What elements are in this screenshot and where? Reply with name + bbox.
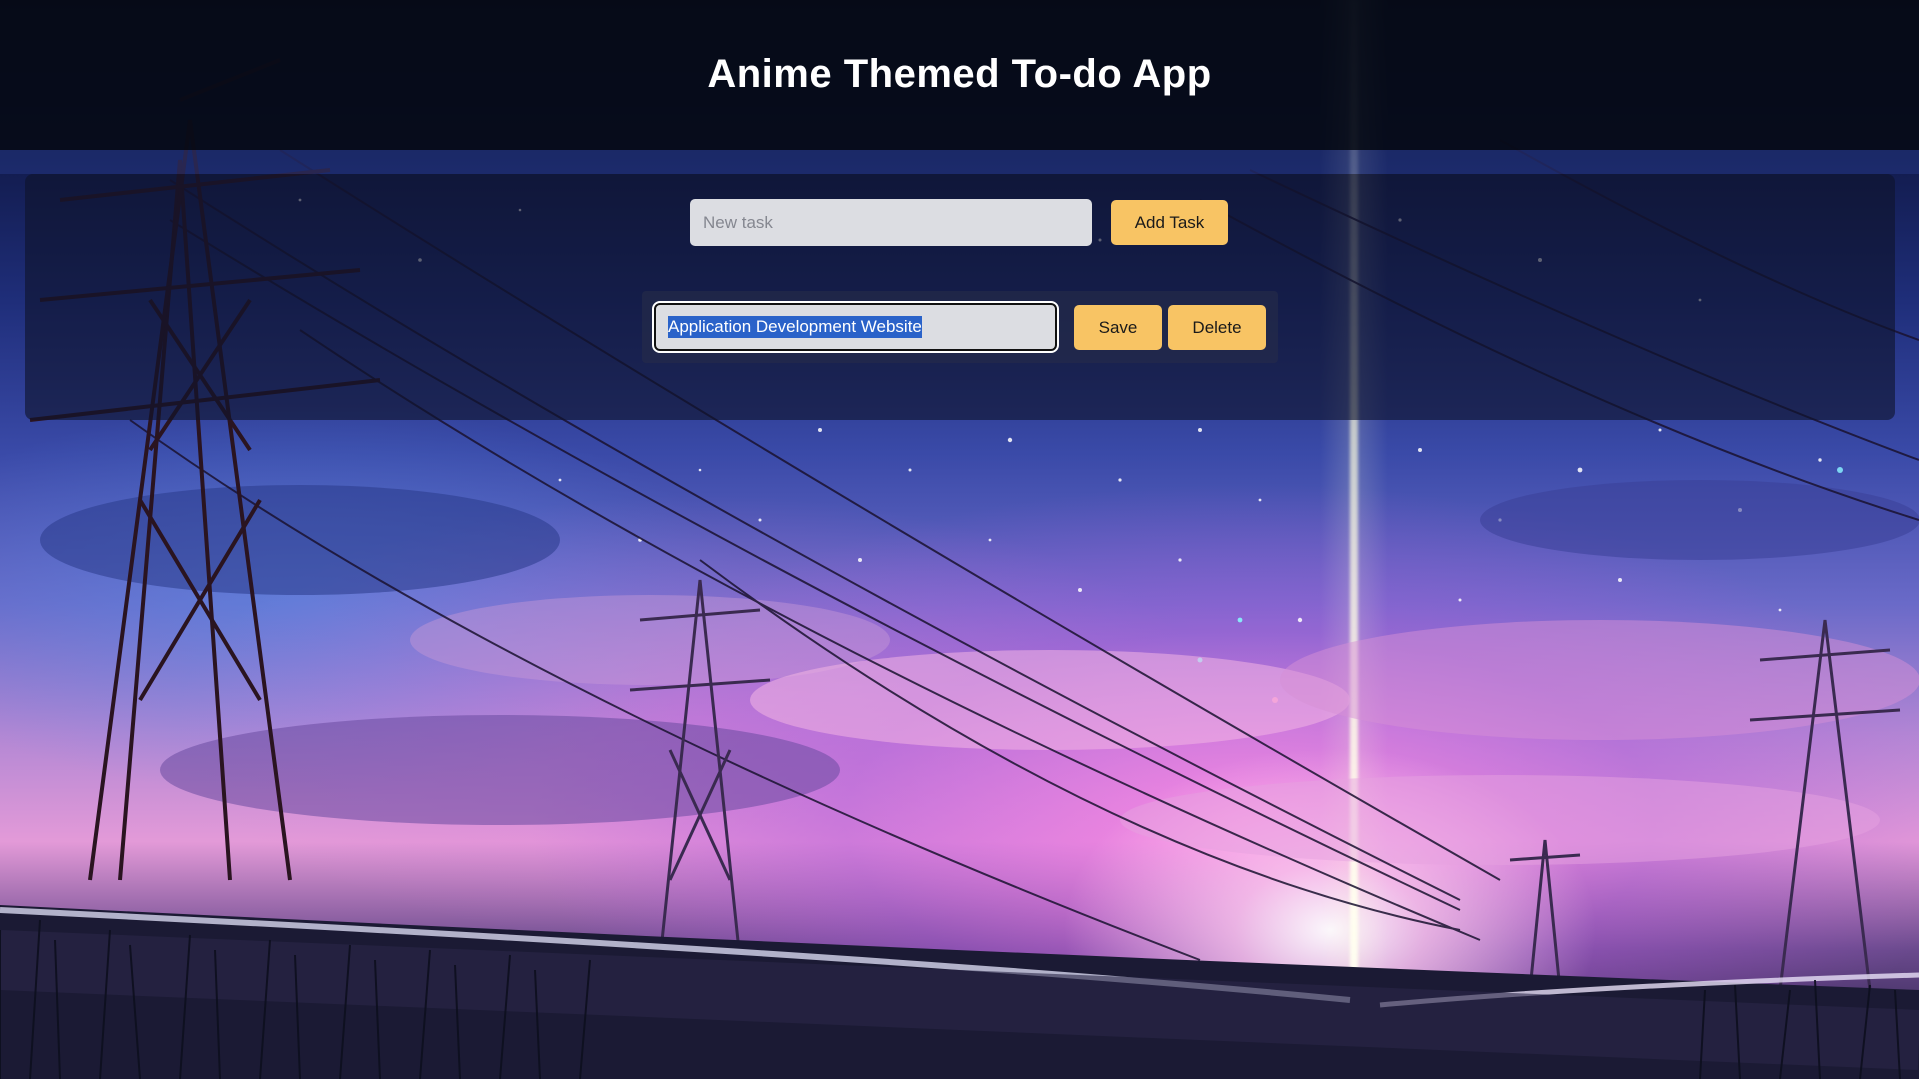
save-button[interactable]: Save — [1074, 305, 1162, 350]
task-edit-text: Application Development Website — [668, 316, 922, 338]
header-divider — [0, 150, 1919, 174]
add-task-button[interactable]: Add Task — [1111, 200, 1228, 245]
app-title: Anime Themed To-do App — [707, 51, 1212, 96]
add-task-row: Add Task — [690, 199, 1228, 246]
app-header: Anime Themed To-do App — [0, 0, 1919, 150]
task-edit-input[interactable]: Application Development Website — [652, 301, 1059, 353]
road — [0, 905, 1919, 1079]
delete-button[interactable]: Delete — [1168, 305, 1266, 350]
new-task-input[interactable] — [690, 199, 1092, 246]
task-item: Application Development Website Save Del… — [642, 291, 1278, 363]
